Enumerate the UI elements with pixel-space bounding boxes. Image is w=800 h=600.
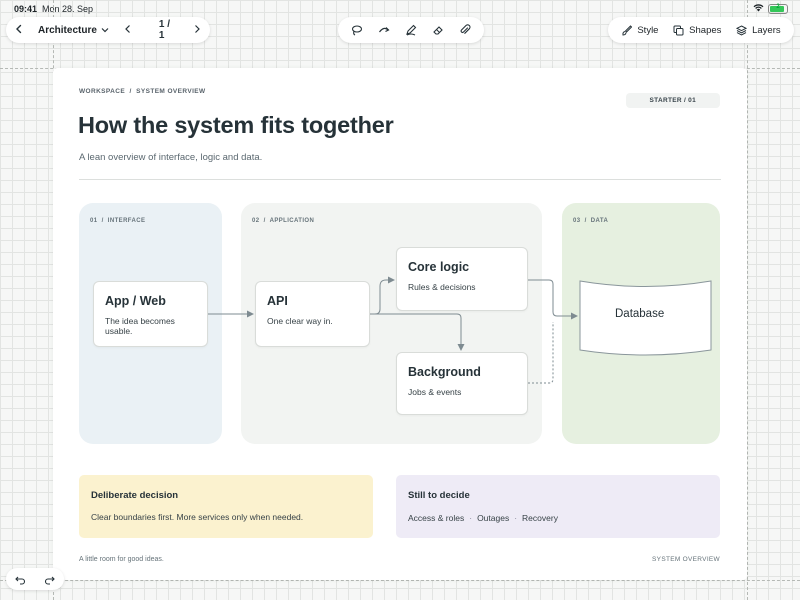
document-nav-bar: Architecture 1 / 1	[6, 17, 210, 43]
document-menu[interactable]: Architecture	[38, 25, 109, 36]
status-icons: 2	[753, 3, 788, 14]
page-indicator: 1 / 1	[158, 19, 171, 41]
open-item: Outages	[477, 513, 510, 523]
footer-note[interactable]: A little room for good ideas.	[79, 556, 164, 563]
layers-icon	[736, 24, 748, 35]
date: Mon 28. Sep	[42, 4, 94, 14]
undo-button[interactable]	[14, 572, 28, 586]
node-title: App / Web	[105, 294, 166, 308]
pen-tool-button[interactable]	[404, 23, 418, 37]
wifi-icon	[753, 3, 764, 14]
footer-label[interactable]: SYSTEM OVERVIEW	[652, 556, 720, 563]
item-separator: ·	[514, 513, 518, 523]
node-title: API	[267, 294, 288, 308]
connector-api-core	[369, 276, 395, 315]
view-options-bar: Style Shapes Layers	[608, 17, 794, 43]
guide-line	[0, 580, 800, 581]
chevron-down-icon	[101, 28, 109, 33]
open-questions-card[interactable]: Still to decide Access & roles · Outages…	[396, 475, 720, 538]
database-label[interactable]: Database	[615, 308, 664, 320]
connector-tool-button[interactable]	[377, 23, 391, 37]
node-description: Rules & decisions	[408, 282, 476, 292]
connector-background-database	[528, 322, 554, 384]
shapes-icon	[673, 25, 684, 35]
style-label: Style	[637, 24, 659, 36]
card-title: Deliberate decision	[91, 490, 179, 501]
back-button[interactable]	[14, 23, 24, 37]
canvas-page[interactable]: WORKSPACE / SYSTEM OVERVIEW STARTER / 01…	[53, 68, 747, 580]
open-item: Recovery	[522, 513, 558, 523]
node-title: Background	[408, 365, 481, 379]
shapes-label: Shapes	[689, 24, 722, 36]
node-app-web[interactable]: App / Web The idea becomes usable.	[93, 281, 208, 347]
next-page-button[interactable]	[192, 23, 202, 37]
style-button[interactable]: Style	[621, 25, 658, 36]
shapes-button[interactable]: Shapes	[673, 25, 721, 36]
item-separator: ·	[469, 513, 473, 523]
lasso-tool-button[interactable]	[350, 23, 364, 37]
node-background[interactable]: Background Jobs & events	[396, 352, 528, 415]
node-core-logic[interactable]: Core logic Rules & decisions	[396, 247, 528, 311]
decision-card[interactable]: Deliberate decision Clear boundaries fir…	[79, 475, 373, 538]
connector-api-background	[369, 313, 465, 351]
card-text: Clear boundaries first. More services on…	[91, 512, 304, 522]
document-name: Architecture	[38, 24, 97, 36]
node-title: Core logic	[408, 260, 470, 274]
open-item: Access & roles	[408, 513, 465, 523]
guide-line	[747, 0, 748, 600]
eraser-tool-button[interactable]	[431, 23, 445, 37]
history-bar	[6, 568, 64, 590]
node-description: One clear way in.	[267, 316, 333, 326]
node-description: The idea becomes usable.	[105, 316, 175, 336]
battery-icon: 2	[768, 3, 788, 14]
layers-button[interactable]: Layers	[736, 25, 781, 36]
previous-page-button[interactable]	[123, 23, 133, 37]
layers-label: Layers	[752, 24, 781, 36]
attach-tool-button[interactable]	[458, 23, 472, 37]
redo-button[interactable]	[43, 572, 57, 586]
connector-core-database	[528, 279, 578, 320]
tools-bar	[338, 17, 484, 43]
clock: 09:41	[14, 4, 38, 14]
card-title: Still to decide	[408, 490, 470, 501]
open-items: Access & roles · Outages · Recovery	[408, 513, 558, 523]
battery-label: 2	[776, 3, 780, 10]
status-bar: 09:41 Mon 28. Sep 2	[0, 0, 800, 18]
brush-icon	[622, 24, 633, 36]
node-api[interactable]: API One clear way in.	[255, 281, 370, 347]
node-description: Jobs & events	[408, 387, 462, 397]
